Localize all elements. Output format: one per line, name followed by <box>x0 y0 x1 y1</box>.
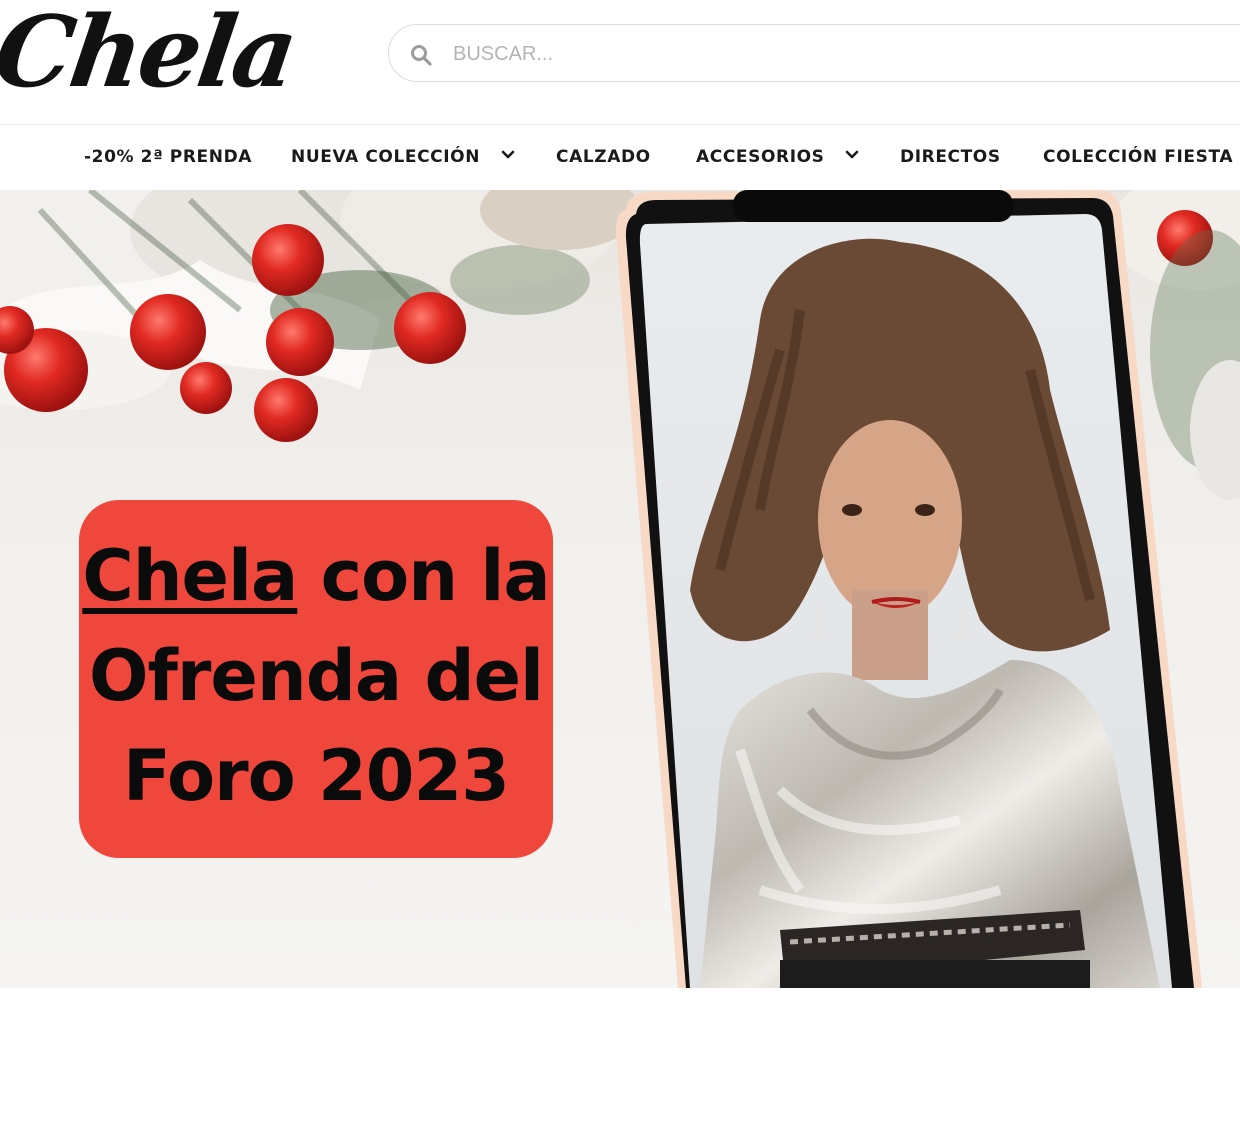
main-nav: -20% 2ª PRENDA NUEVA COLECCIÓN CALZADO A… <box>0 125 1240 189</box>
promo-line-2: Ofrenda del <box>88 635 544 717</box>
search-bar[interactable] <box>388 24 1240 82</box>
nav-item-calzado[interactable]: CALZADO <box>556 125 651 189</box>
nav-item-label: NUEVA COLECCIÓN <box>291 147 481 167</box>
nav-item-label: -20% 2ª PRENDA <box>84 147 253 167</box>
hero-banner[interactable]: Chela con la Ofrenda del Foro 2023 <box>0 190 1240 988</box>
phone-mockup <box>615 190 1202 988</box>
promo-line-3: Foro 2023 <box>123 735 510 817</box>
chevron-down-icon[interactable] <box>845 150 859 160</box>
nav-item-nueva-coleccion[interactable]: NUEVA COLECCIÓN <box>291 125 515 189</box>
search-input[interactable] <box>451 35 1215 73</box>
nav-item-accesorios[interactable]: ACCESORIOS <box>696 125 859 189</box>
search-icon[interactable] <box>409 43 433 67</box>
site-header: Chela <box>0 0 1240 125</box>
pine-foliage <box>0 190 640 410</box>
nav-item-directos[interactable]: DIRECTOS <box>900 125 1001 189</box>
nav-item-label: CALZADO <box>556 147 651 167</box>
nav-item-label: ACCESORIOS <box>696 147 825 167</box>
brand-link[interactable]: Chela <box>82 535 298 617</box>
nav-item-label: DIRECTOS <box>900 147 1001 167</box>
logo[interactable]: Chela <box>0 0 302 112</box>
nav-item-label: COLECCIÓN FIESTA <box>1043 147 1234 167</box>
promo-card[interactable]: Chela con la Ofrenda del Foro 2023 <box>79 500 553 858</box>
promo-line-1: Chela con la <box>79 526 553 626</box>
chevron-down-icon[interactable] <box>501 150 515 160</box>
nav-item-coleccion-fiesta[interactable]: COLECCIÓN FIESTA <box>1043 125 1233 189</box>
nav-item-promo[interactable]: -20% 2ª PRENDA <box>84 125 252 189</box>
promo-text: con la <box>297 535 551 617</box>
